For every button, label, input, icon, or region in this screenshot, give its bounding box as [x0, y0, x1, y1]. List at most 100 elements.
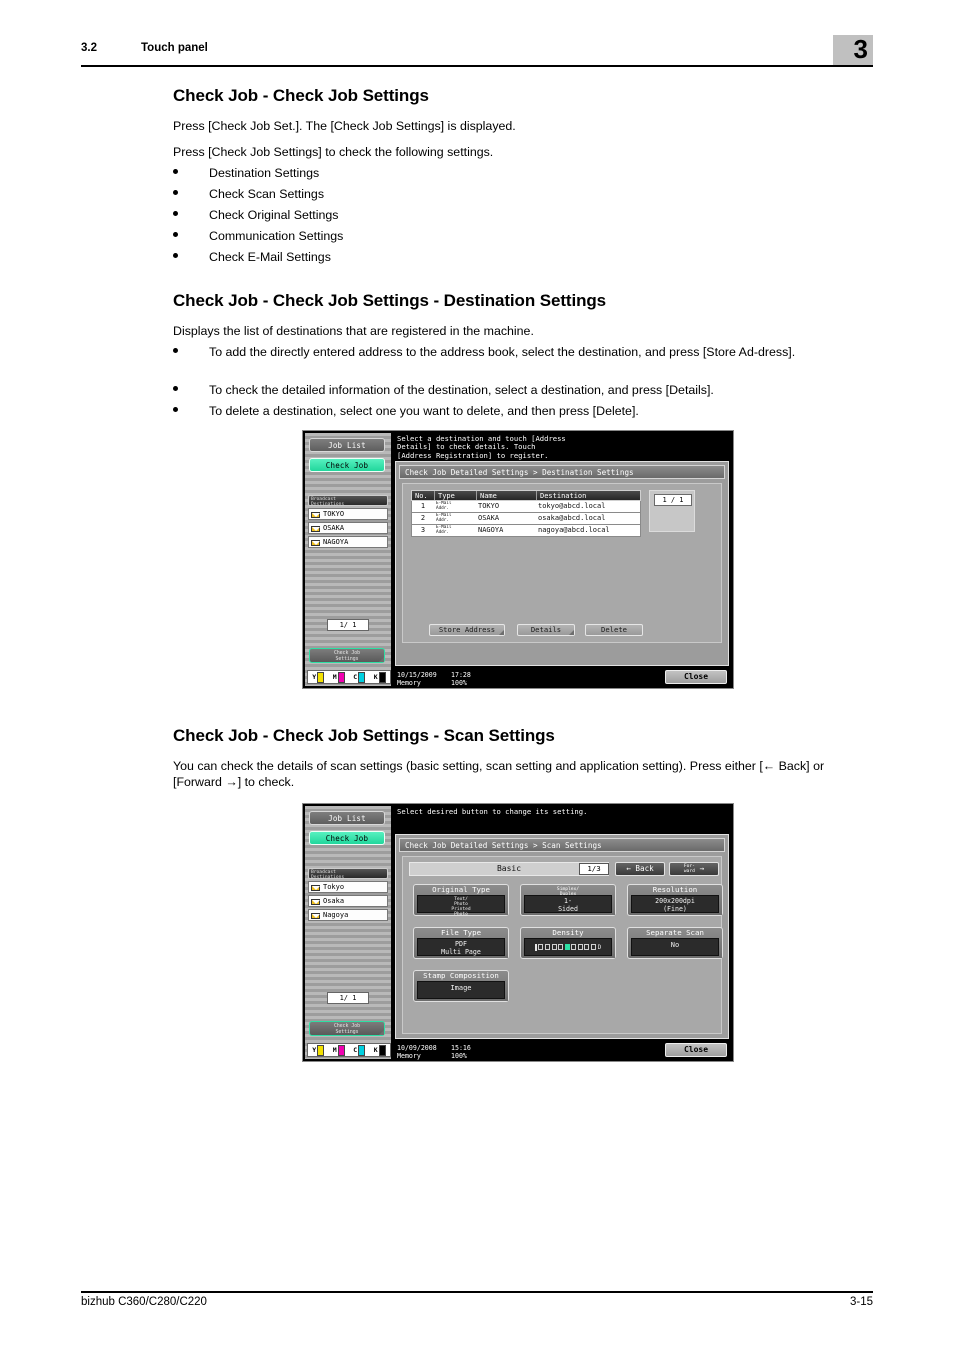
job-list-button[interactable]: Job List [309, 438, 385, 452]
document-page: 3.2 Touch panel 3 Check Job - Check Job … [0, 0, 954, 1350]
arrow-left-icon: ← [626, 864, 631, 873]
panel2-stage: Basic 1/3 ← Back For- ward → Original Ty… [402, 856, 723, 1034]
toner-cell-m: M [333, 671, 345, 683]
density-button[interactable]: Density D [520, 927, 616, 959]
column-header-destination: Destination [536, 491, 642, 500]
list-item: Communication Settings [173, 228, 873, 244]
check-job-settings-button[interactable]: Check Job Settings [309, 1021, 385, 1036]
bullet-icon [173, 211, 178, 216]
check-job-settings-button[interactable]: Check Job Settings [309, 648, 385, 663]
envelope-icon [311, 526, 320, 532]
resolution-button[interactable]: Resolution 200x200dpi (Fine) [627, 884, 723, 916]
list-item[interactable]: TOKYO [308, 508, 388, 520]
density-tick[interactable] [591, 944, 597, 950]
list-item[interactable]: OSAKA [308, 522, 388, 534]
original-type-button[interactable]: Original Type Text/ Photo Printed Photo [413, 884, 509, 917]
column-header-type: Type [434, 491, 476, 500]
toner-level-indicator: Y M C K [307, 1043, 391, 1057]
table-row[interactable]: 2 E-Mail Addr. OSAKA osaka@abcd.local [411, 513, 641, 525]
toner-label: C [353, 1046, 358, 1054]
check-job-button[interactable]: Check Job [309, 831, 385, 845]
list-item-label: Check Scan Settings [209, 187, 325, 201]
file-type-button[interactable]: File Type PDF Multi Page [413, 927, 509, 959]
toner-bar-cyan [358, 671, 366, 683]
toner-cell-k: K [374, 1044, 386, 1056]
table-row[interactable]: 1 E-Mail Addr. TOKYO tokyo@abcd.local [411, 501, 641, 513]
density-tick[interactable] [558, 944, 564, 950]
details-button[interactable]: Details [517, 624, 575, 636]
touch-panel-destination-settings: Job List Check Job Broadcast Destination… [302, 430, 734, 689]
list-item-label: Check Original Settings [209, 208, 339, 222]
panel2-work-area: Check Job Detailed Settings > Scan Setti… [395, 834, 729, 1039]
forward-button[interactable]: For- ward → [669, 862, 719, 876]
status-date: 10/09/2008 [397, 1044, 437, 1052]
back-button[interactable]: ← Back [615, 862, 665, 876]
section-heading-3: Check Job - Check Job Settings - Scan Se… [173, 726, 555, 745]
toner-cell-m: M [333, 1044, 345, 1056]
header-section-number: 3.2 [81, 42, 97, 54]
toner-bar-black [378, 1044, 386, 1056]
separate-scan-label: Separate Scan [646, 928, 704, 937]
density-right-end-icon: D [597, 943, 602, 951]
header-rule [81, 65, 873, 67]
density-tick[interactable] [571, 944, 577, 950]
bullet-icon [173, 407, 178, 412]
job-list-button[interactable]: Job List [309, 811, 385, 825]
list-item[interactable]: Osaka [308, 895, 388, 907]
status-memory-value: 100% [451, 1052, 467, 1060]
density-slider[interactable]: D [524, 938, 612, 956]
bullet-icon [173, 253, 178, 258]
density-tick[interactable] [544, 944, 550, 950]
delete-button[interactable]: Delete [585, 624, 643, 636]
list-item: To add the directly entered address to t… [173, 344, 873, 360]
forward-button-label: For- ward [683, 864, 695, 874]
simplex-duplex-button[interactable]: Simplex/ Duplex 1- Sided [520, 884, 616, 916]
envelope-icon [311, 512, 320, 518]
density-tick[interactable] [577, 944, 583, 950]
envelope-icon [311, 913, 320, 919]
list-item[interactable]: Nagoya [308, 909, 388, 921]
panel1-main-area: Select a destination and touch [Address … [393, 433, 731, 687]
column-header-name: Name [476, 491, 536, 500]
envelope-icon [311, 899, 320, 905]
density-tick-selected[interactable] [564, 944, 570, 950]
stamp-composition-button[interactable]: Stamp Composition Image [413, 970, 509, 1002]
file-type-value: PDF Multi Page [417, 938, 505, 956]
density-label: Density [552, 928, 584, 937]
cell-no: 1 [420, 502, 426, 510]
column-header-no: No. [415, 492, 428, 500]
stamp-composition-value: Image [417, 981, 505, 999]
list-item: Check Scan Settings [173, 186, 873, 202]
list-item-label: Check E-Mail Settings [209, 250, 331, 264]
toner-cell-y: Y [312, 671, 325, 683]
table-header-row: No. Type Name Destination [411, 490, 641, 501]
panel1-stage: No. Type Name Destination 1 E-Mail Addr.… [402, 483, 722, 643]
density-tick[interactable] [538, 944, 544, 950]
section-heading-1: Check Job - Check Job Settings [173, 86, 429, 105]
toner-cell-y: Y [312, 1044, 325, 1056]
close-button[interactable]: Close [665, 1043, 727, 1057]
list-item[interactable]: NAGOYA [308, 536, 388, 548]
list-item[interactable]: Tokyo [308, 881, 388, 893]
list-item: To check the detailed information of the… [173, 382, 873, 398]
store-address-button[interactable]: Store Address [429, 624, 505, 636]
toner-level-indicator: Y M C K [307, 670, 391, 684]
density-tick[interactable] [584, 944, 590, 950]
breadcrumb: Check Job Detailed Settings > Destinatio… [399, 465, 725, 479]
status-memory-label: Memory [397, 1052, 421, 1060]
broadcast-destinations-header: Broadcast Destinations [308, 868, 388, 879]
panel2-main-area: Select desired button to change its sett… [393, 806, 731, 1060]
density-tick[interactable] [551, 944, 557, 950]
cell-type: E-Mail Addr. [436, 513, 452, 523]
table-row[interactable]: 3 E-Mail Addr. NAGOYA nagoya@abcd.local [411, 525, 641, 537]
cell-no: 2 [420, 514, 426, 522]
list-item-label: Destination Settings [209, 166, 320, 180]
separate-scan-button[interactable]: Separate Scan No [627, 927, 723, 959]
toner-bar-magenta [337, 671, 345, 683]
close-button[interactable]: Close [665, 670, 727, 684]
toner-cell-k: K [373, 671, 386, 683]
list-item: Check Original Settings [173, 207, 873, 223]
toner-label: K [373, 673, 378, 681]
broadcast-destinations-header: Broadcast Destinations [308, 495, 388, 506]
check-job-button[interactable]: Check Job [309, 458, 385, 472]
